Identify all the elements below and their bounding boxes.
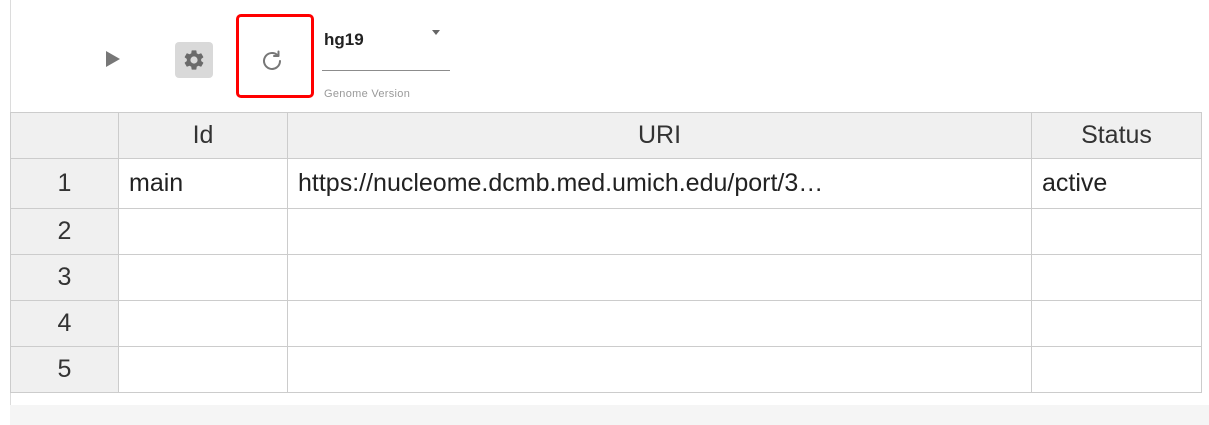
row-number[interactable]: 5 [10, 346, 119, 393]
row-number[interactable]: 3 [10, 254, 119, 301]
row-number[interactable]: 4 [10, 300, 119, 347]
cell-status[interactable] [1031, 300, 1202, 347]
genome-version-value: hg19 [324, 30, 364, 49]
cell-status[interactable] [1031, 208, 1202, 255]
chevron-down-icon [432, 30, 440, 35]
cell-id[interactable] [118, 254, 288, 301]
cell-status[interactable] [1031, 254, 1202, 301]
table-footer-strip [10, 405, 1209, 425]
cell-id[interactable] [118, 346, 288, 393]
server-table: Id URI Status 1 main https://nucleome.dc… [10, 112, 1202, 393]
table-row: 5 [10, 346, 1202, 393]
header-id[interactable]: Id [118, 112, 288, 159]
row-number[interactable]: 2 [10, 208, 119, 255]
header-uri[interactable]: URI [287, 112, 1032, 159]
play-icon [106, 51, 120, 67]
header-status[interactable]: Status [1031, 112, 1202, 159]
table-row: 4 [10, 300, 1202, 347]
toolbar: hg19 Genome Version [0, 0, 1209, 112]
table-header-row: Id URI Status [10, 112, 1202, 159]
cell-status[interactable]: active [1031, 158, 1202, 209]
settings-button[interactable] [175, 42, 213, 78]
genome-version-select[interactable]: hg19 [322, 24, 450, 71]
table-row: 3 [10, 254, 1202, 301]
cell-id[interactable]: main [118, 158, 288, 209]
header-rownum[interactable] [10, 112, 119, 159]
cell-status[interactable] [1031, 346, 1202, 393]
play-button[interactable] [100, 46, 126, 72]
cell-uri[interactable]: https://nucleome.dcmb.med.umich.edu/port… [287, 158, 1032, 209]
cell-uri[interactable] [287, 300, 1032, 347]
refresh-icon [263, 50, 281, 70]
refresh-button[interactable] [255, 44, 289, 78]
table-row: 1 main https://nucleome.dcmb.med.umich.e… [10, 158, 1202, 209]
cell-uri[interactable] [287, 208, 1032, 255]
cell-uri[interactable] [287, 346, 1032, 393]
cell-id[interactable] [118, 300, 288, 347]
genome-version-label: Genome Version [324, 88, 411, 100]
row-number[interactable]: 1 [10, 158, 119, 209]
cell-id[interactable] [118, 208, 288, 255]
gear-icon [184, 50, 204, 70]
table-row: 2 [10, 208, 1202, 255]
cell-uri[interactable] [287, 254, 1032, 301]
